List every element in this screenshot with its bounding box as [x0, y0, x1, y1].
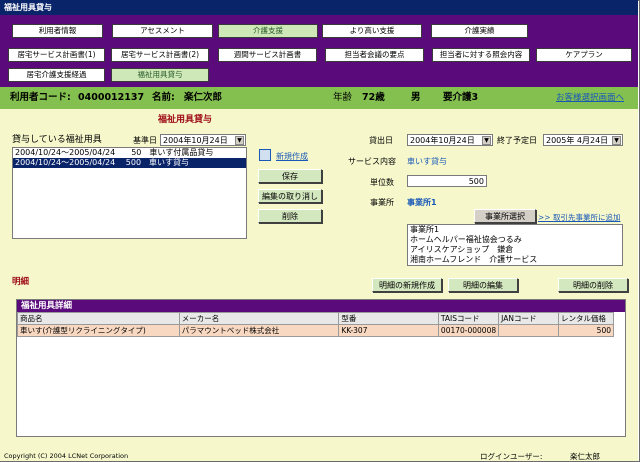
- tab-care-plan[interactable]: ケアプラン: [536, 48, 632, 62]
- start-date-value: 2004年10月24日: [410, 136, 475, 145]
- patient-code-label: 利用者コード:: [10, 92, 71, 103]
- tab-welfare-rental[interactable]: 福祉用具貸与: [111, 68, 209, 82]
- list-item[interactable]: 2004/10/24～2005/04/24 50 車いす付属品貸与: [13, 148, 246, 158]
- base-date-label: 基準日: [133, 136, 157, 145]
- cancel-edit-button[interactable]: 編集の取り消し: [258, 189, 322, 203]
- login-user: 楽仁太郎: [570, 452, 600, 461]
- delete-button[interactable]: 削除: [258, 209, 322, 223]
- nav-user-info[interactable]: 利用者情報: [12, 24, 103, 38]
- table-cell: 500: [557, 324, 615, 337]
- service-value: 車いす貸与: [407, 157, 447, 166]
- tab-weekly-plan[interactable]: 週間サービス計画書: [218, 48, 317, 62]
- office-value: 事業所1: [407, 198, 437, 207]
- list-item[interactable]: 湘南ホームフレンド 介護サービス: [408, 255, 622, 265]
- office-select-button[interactable]: 事業所選択: [474, 209, 536, 223]
- save-button[interactable]: 保存: [258, 169, 322, 183]
- list-item[interactable]: ホームヘルパー福祉協会つるみ: [408, 235, 622, 245]
- section-title: 福祉用具貸与: [158, 115, 213, 125]
- back-to-client-select-link[interactable]: お客様選択画面へ: [556, 87, 624, 109]
- column-header: レンタル価格: [557, 312, 615, 325]
- start-date-label: 貸出日: [369, 136, 393, 145]
- office-list[interactable]: 事業所1 ホームヘルパー福祉協会つるみ アイリスケアショップ 鎌倉 湘南ホームフ…: [407, 224, 623, 266]
- list-item[interactable]: 2004/10/24～2005/04/24 500 車いす貸与: [13, 158, 246, 168]
- login-label: ログインユーザー:: [480, 452, 543, 461]
- detail-header-row: 商品名 メーカー名 型番 TAISコード JANコード レンタル価格: [17, 312, 615, 325]
- new-document-icon[interactable]: [259, 149, 271, 161]
- chevron-down-icon[interactable]: ▼: [235, 136, 244, 145]
- patient-age: 72歳: [362, 92, 385, 103]
- table-cell: 車いす(介護型リクライニングタイプ): [17, 324, 180, 337]
- tab-support-progress[interactable]: 居宅介護支援経過: [8, 68, 105, 82]
- tab-care-plan-2[interactable]: 居宅サービス計画書(2): [111, 48, 209, 62]
- nav-assessment[interactable]: アセスメント: [112, 24, 213, 38]
- units-label: 単位数: [370, 178, 394, 187]
- detail-grid: 福祉用具詳細 商品名 メーカー名 型番 TAISコード JANコード レンタル価…: [16, 299, 626, 437]
- sub-nav: 居宅サービス計画書(1) 居宅サービス計画書(2) 週間サービス計画書 担当者会…: [0, 44, 638, 87]
- table-row[interactable]: 車いす(介護型リクライニングタイプ) パラマウントベッド株式会社 KK-307 …: [17, 324, 615, 337]
- nav-higher-support[interactable]: より高い支援: [322, 24, 422, 38]
- nav-care-record[interactable]: 介護実績: [431, 24, 528, 38]
- table-cell: KK-307: [338, 324, 439, 337]
- base-date-value: 2004年10月24日: [163, 136, 228, 145]
- nav-care-support[interactable]: 介護支援: [218, 24, 318, 38]
- table-cell: 00170-000008: [437, 324, 500, 337]
- patient-name-label: 名前:: [152, 92, 175, 103]
- patient-bar: 利用者コード: 0400012137 名前: 楽仁次郎 年齢 72歳 男 要介護…: [0, 87, 638, 109]
- column-header: 型番: [338, 312, 439, 325]
- list-item[interactable]: アイリスケアショップ 鎌倉: [408, 245, 622, 255]
- detail-new-button[interactable]: 明細の新規作成: [372, 278, 442, 292]
- office-label: 事業所: [370, 198, 394, 207]
- column-header: メーカー名: [178, 312, 340, 325]
- start-date-select[interactable]: 2004年10月24日 ▼: [407, 134, 493, 146]
- patient-name: 楽仁次郎: [184, 92, 223, 103]
- detail-label: 明細: [12, 277, 30, 287]
- table-cell: パラマウントベッド株式会社: [178, 324, 340, 337]
- end-date-select[interactable]: 2005年 4月24日 ▼: [543, 134, 623, 146]
- tab-meeting-summary[interactable]: 担当者会議の要点: [325, 48, 424, 62]
- rental-items-list[interactable]: 2004/10/24～2005/04/24 50 車いす付属品貸与 2004/1…: [12, 147, 247, 239]
- main-nav: 利用者情報 アセスメント 介護支援 より高い支援 介護実績: [0, 15, 638, 44]
- detail-delete-button[interactable]: 明細の削除: [558, 278, 628, 292]
- units-input[interactable]: 500: [407, 175, 487, 187]
- patient-sex: 男: [411, 92, 421, 103]
- column-header: JANコード: [498, 312, 559, 325]
- add-supplier-link[interactable]: >> 取引先事業所に追加: [538, 212, 620, 223]
- detail-grid-title: 福祉用具詳細: [17, 300, 625, 312]
- column-header: 商品名: [17, 312, 180, 325]
- new-create-link[interactable]: 新規作成: [276, 151, 308, 162]
- end-date-value: 2005年 4月24日: [546, 136, 609, 145]
- window-title: 福祉用具貸与: [0, 0, 638, 15]
- end-date-label: 終了予定日: [497, 136, 537, 145]
- tab-inquiry[interactable]: 担当者に対する照会内容: [432, 48, 530, 62]
- list-item[interactable]: 事業所1: [408, 225, 622, 235]
- copyright: Copyright (C) 2004 LCNet Corporation: [4, 452, 129, 460]
- patient-care-level: 要介護3: [443, 92, 479, 103]
- rental-list-label: 貸与している福祉用具: [12, 135, 102, 145]
- patient-age-label: 年齢: [333, 92, 353, 103]
- base-date-select[interactable]: 2004年10月24日 ▼: [160, 134, 246, 146]
- chevron-down-icon[interactable]: ▼: [612, 136, 621, 145]
- service-label: サービス内容: [348, 157, 396, 166]
- detail-table: 商品名 メーカー名 型番 TAISコード JANコード レンタル価格 車いす(介…: [17, 312, 615, 337]
- tab-care-plan-1[interactable]: 居宅サービス計画書(1): [8, 48, 105, 62]
- column-header: TAISコード: [437, 312, 500, 325]
- detail-edit-button[interactable]: 明細の編集: [448, 278, 518, 292]
- chevron-down-icon[interactable]: ▼: [482, 136, 491, 145]
- table-cell: [498, 324, 559, 337]
- patient-code: 0400012137: [78, 92, 145, 103]
